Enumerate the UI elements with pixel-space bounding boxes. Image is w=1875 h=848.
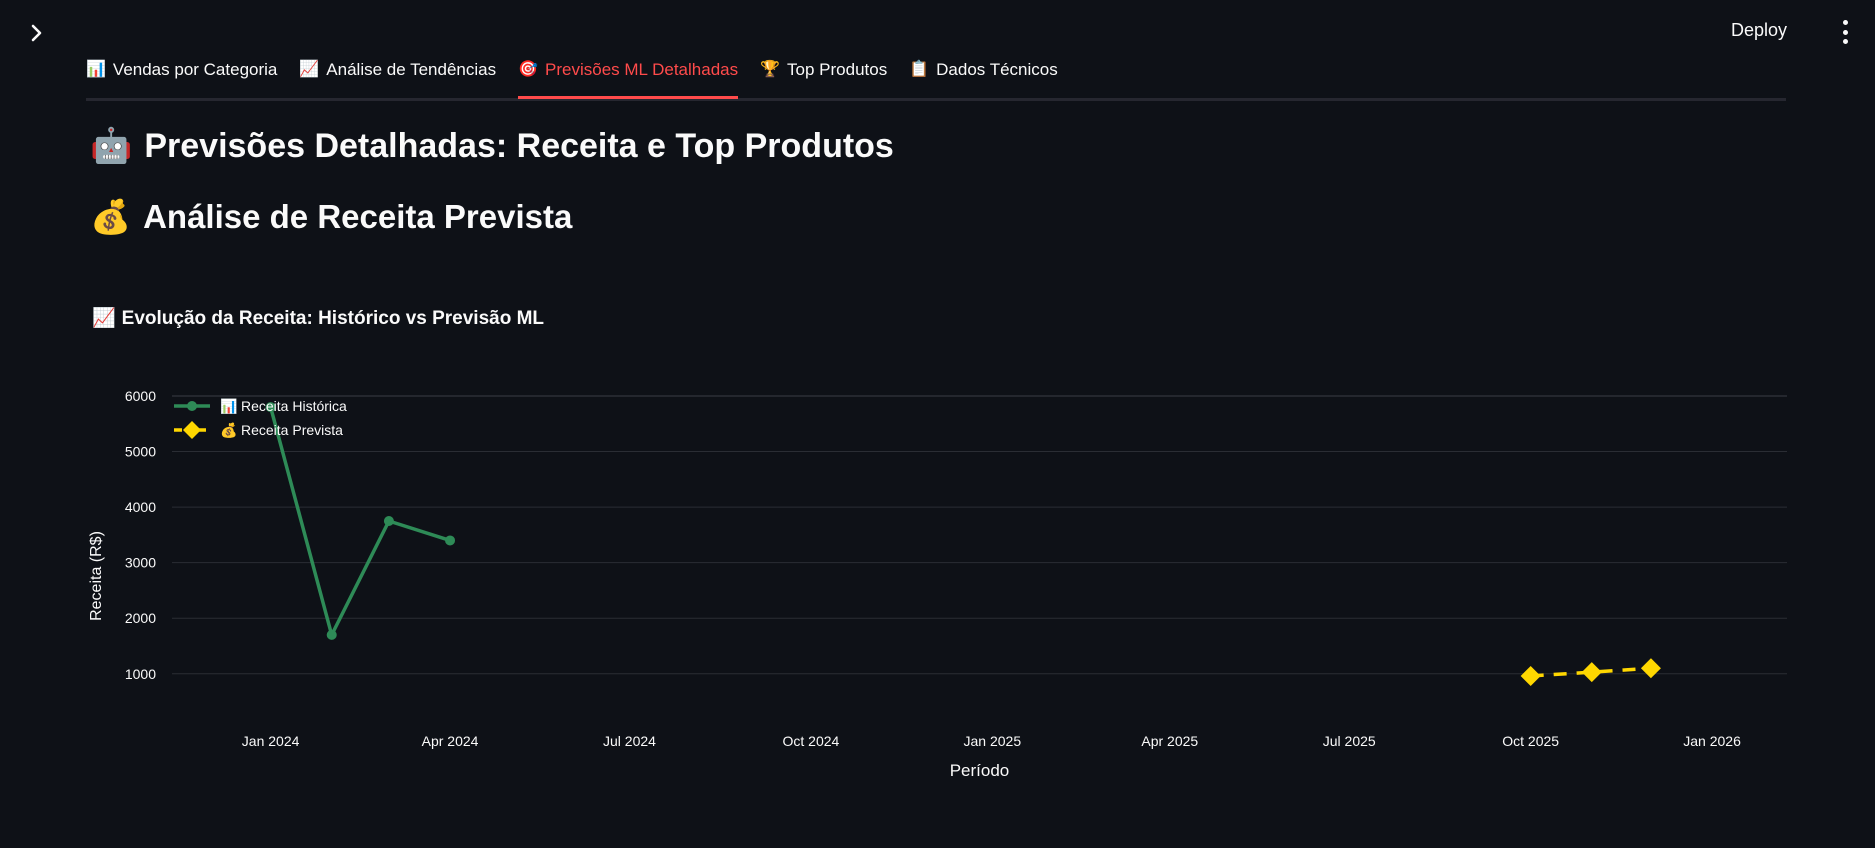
data-point-circle	[326, 629, 337, 640]
page-title-text: Previsões Detalhadas: Receita e Top Prod…	[144, 127, 894, 165]
sidebar-expand-button[interactable]	[22, 18, 52, 48]
tab-vendas-por-categoria[interactable]: 📊 Vendas por Categoria	[86, 56, 277, 94]
x-tick-label: Jan 2026	[1683, 733, 1741, 749]
x-tick-label: Apr 2024	[422, 733, 479, 749]
tab-label: Top Produtos	[787, 60, 888, 79]
tab-bar: 📊 Vendas por Categoria 📈 Análise de Tend…	[86, 56, 1786, 101]
section-title-text: Análise de Receita Prevista	[143, 198, 573, 235]
data-point-circle	[383, 516, 394, 526]
x-tick-label: Jan 2024	[242, 733, 300, 749]
trend-chart-icon: 📈	[92, 308, 116, 329]
chart-heading: 📈 Evolução da Receita: Histórico vs Previ…	[92, 306, 544, 330]
tab-dados-tecnicos[interactable]: 📋 Dados Técnicos	[909, 56, 1058, 94]
tab-previsoes-ml-detalhadas[interactable]: 🎯 Previsões ML Detalhadas	[518, 56, 739, 99]
trophy-icon: 🏆	[760, 61, 781, 78]
main-menu-button[interactable]	[1835, 20, 1855, 44]
bar-chart-icon: 📊	[86, 61, 106, 78]
x-tick-label: Jan 2025	[964, 733, 1022, 749]
y-axis-title: Receita (R$)	[88, 531, 105, 621]
y-tick-label: 6000	[125, 388, 156, 404]
target-icon: 🎯	[518, 61, 539, 78]
y-tick-label: 4000	[125, 499, 156, 515]
kebab-dot-icon	[1842, 29, 1848, 35]
series-line-historic	[268, 406, 451, 637]
deploy-button[interactable]: Deploy	[1731, 20, 1787, 41]
x-tick-label: Apr 2025	[1141, 733, 1198, 749]
legend-marker	[183, 421, 201, 439]
revenue-line-chart[interactable]: 1000 2000 3000 4000 5000 6000 Jan 2024 Apr 2024…	[0, 370, 1875, 810]
section-title: 💰 Análise de Receita Prevista	[90, 198, 572, 237]
data-point-diamond	[1640, 658, 1661, 679]
chart-heading-text: Evolução da Receita: Histórico vs Previs…	[121, 308, 545, 329]
data-point-diamond	[1520, 666, 1541, 686]
tab-label: Dados Técnicos	[936, 60, 1058, 79]
x-tick-label: Jul 2025	[1323, 733, 1376, 749]
robot-icon: 🤖	[90, 127, 133, 165]
clipboard-icon: 📋	[909, 61, 930, 78]
data-point-diamond	[1581, 662, 1602, 683]
legend-icon: 💰	[220, 422, 237, 439]
trend-chart-icon: 📈	[299, 61, 320, 78]
y-tick-label: 1000	[125, 666, 156, 682]
legend-icon: 📊	[220, 398, 237, 415]
y-tick-label: 5000	[125, 444, 156, 460]
tab-label: Vendas por Categoria	[112, 60, 278, 79]
x-tick-label: Oct 2024	[782, 733, 839, 749]
data-point-circle	[445, 535, 456, 546]
money-bag-icon: 💰	[90, 198, 132, 235]
y-tick-label: 3000	[125, 555, 156, 571]
tab-label: Previsões ML Detalhadas	[545, 60, 739, 79]
tab-analise-de-tendencias[interactable]: 📈 Análise de Tendências	[299, 56, 496, 94]
top-bar: Deploy	[0, 0, 1875, 62]
legend-label: Receita Histórica	[241, 398, 347, 414]
x-tick-label: Jul 2024	[603, 733, 656, 749]
kebab-dot-icon	[1842, 20, 1848, 25]
tab-top-produtos[interactable]: 🏆 Top Produtos	[760, 56, 887, 94]
x-axis-title: Período	[950, 761, 1010, 780]
page-title: 🤖 Previsões Detalhadas: Receita e Top Pro…	[90, 126, 894, 166]
legend-marker	[187, 401, 197, 411]
legend-label: Receita Prevista	[241, 422, 343, 438]
chevron-right-icon	[31, 24, 42, 42]
kebab-dot-icon	[1842, 39, 1848, 44]
x-tick-label: Oct 2025	[1502, 733, 1559, 749]
tab-label: Análise de Tendências	[326, 60, 497, 79]
y-tick-label: 2000	[125, 610, 156, 626]
